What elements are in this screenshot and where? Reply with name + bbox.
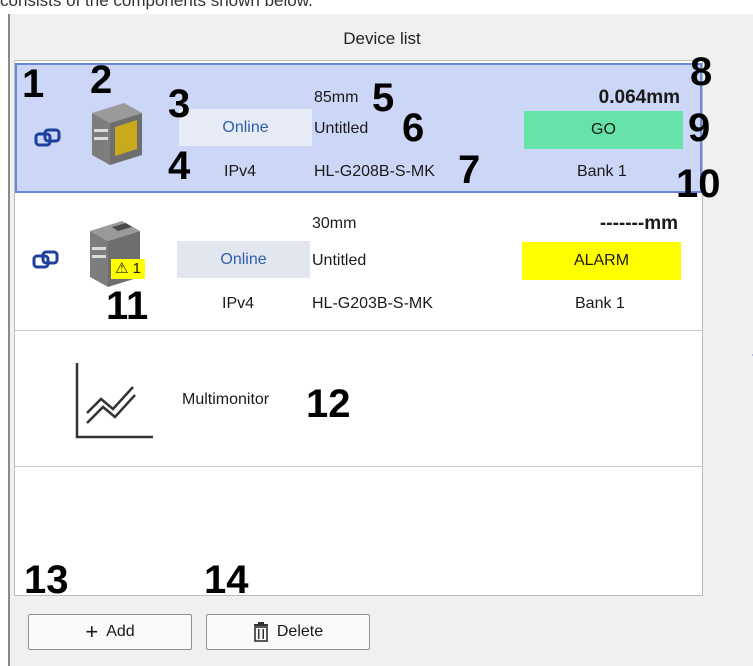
callout-6: 6 [402, 106, 425, 150]
add-button[interactable]: + Add [28, 614, 192, 650]
model-name: HL-G208B-S-MK [314, 163, 435, 180]
intro-text: consists of the components shown below. [0, 0, 313, 10]
link-icon[interactable] [34, 127, 62, 149]
callout-14: 14 [204, 558, 249, 602]
trash-icon [253, 622, 268, 642]
plus-icon: + [85, 619, 99, 644]
callout-12: 12 [306, 382, 351, 426]
multimonitor-label: Multimonitor [182, 391, 270, 408]
panel-title: Device list [343, 29, 421, 48]
device-row-1[interactable]: Online IPv4 85mm Untitled HL-G208B-S-MK … [15, 63, 702, 193]
multimonitor-chart-icon [75, 363, 153, 439]
measurement-value: -------mm [599, 213, 678, 234]
device-name: Untitled [312, 252, 367, 269]
add-button-label: Add [106, 623, 135, 640]
bank-label: Bank 1 [577, 163, 627, 180]
connection-status: Online [179, 109, 312, 146]
callout-11: 11 [106, 284, 149, 328]
callout-9: 9 [688, 106, 711, 150]
callout-4: 4 [168, 144, 191, 188]
model-name: HL-G203B-S-MK [312, 295, 433, 312]
measurement-range: 85mm [314, 89, 359, 106]
delete-button-label: Delete [276, 623, 324, 640]
warning-badge: ⚠ 1 [111, 259, 145, 279]
callout-2: 2 [90, 58, 113, 102]
device-list: Online IPv4 85mm Untitled HL-G208B-S-MK … [14, 60, 703, 596]
judgment-indicator: GO [524, 111, 683, 149]
callout-1: 1 [22, 62, 45, 106]
device-name: Untitled [314, 120, 369, 137]
callout-7: 7 [458, 148, 481, 192]
measurement-value: 0.064mm [598, 87, 680, 108]
judgment-indicator: ALARM [522, 242, 681, 280]
sensor-device-icon [90, 221, 140, 287]
callout-8: 8 [690, 50, 713, 94]
callout-5: 5 [372, 76, 395, 120]
callout-3: 3 [168, 82, 191, 126]
protocol-label: IPv4 [222, 295, 255, 312]
sensor-device-icon [92, 103, 142, 165]
bank-label: Bank 1 [575, 295, 625, 312]
callout-10: 10 [676, 162, 721, 206]
multimonitor-row[interactable]: Multimonitor [15, 331, 702, 467]
link-icon[interactable] [32, 249, 60, 271]
connection-status: Online [177, 241, 310, 278]
callout-13: 13 [24, 558, 69, 602]
delete-button[interactable]: Delete [206, 614, 370, 650]
protocol-label: IPv4 [224, 163, 257, 180]
measurement-range: 30mm [312, 215, 357, 232]
